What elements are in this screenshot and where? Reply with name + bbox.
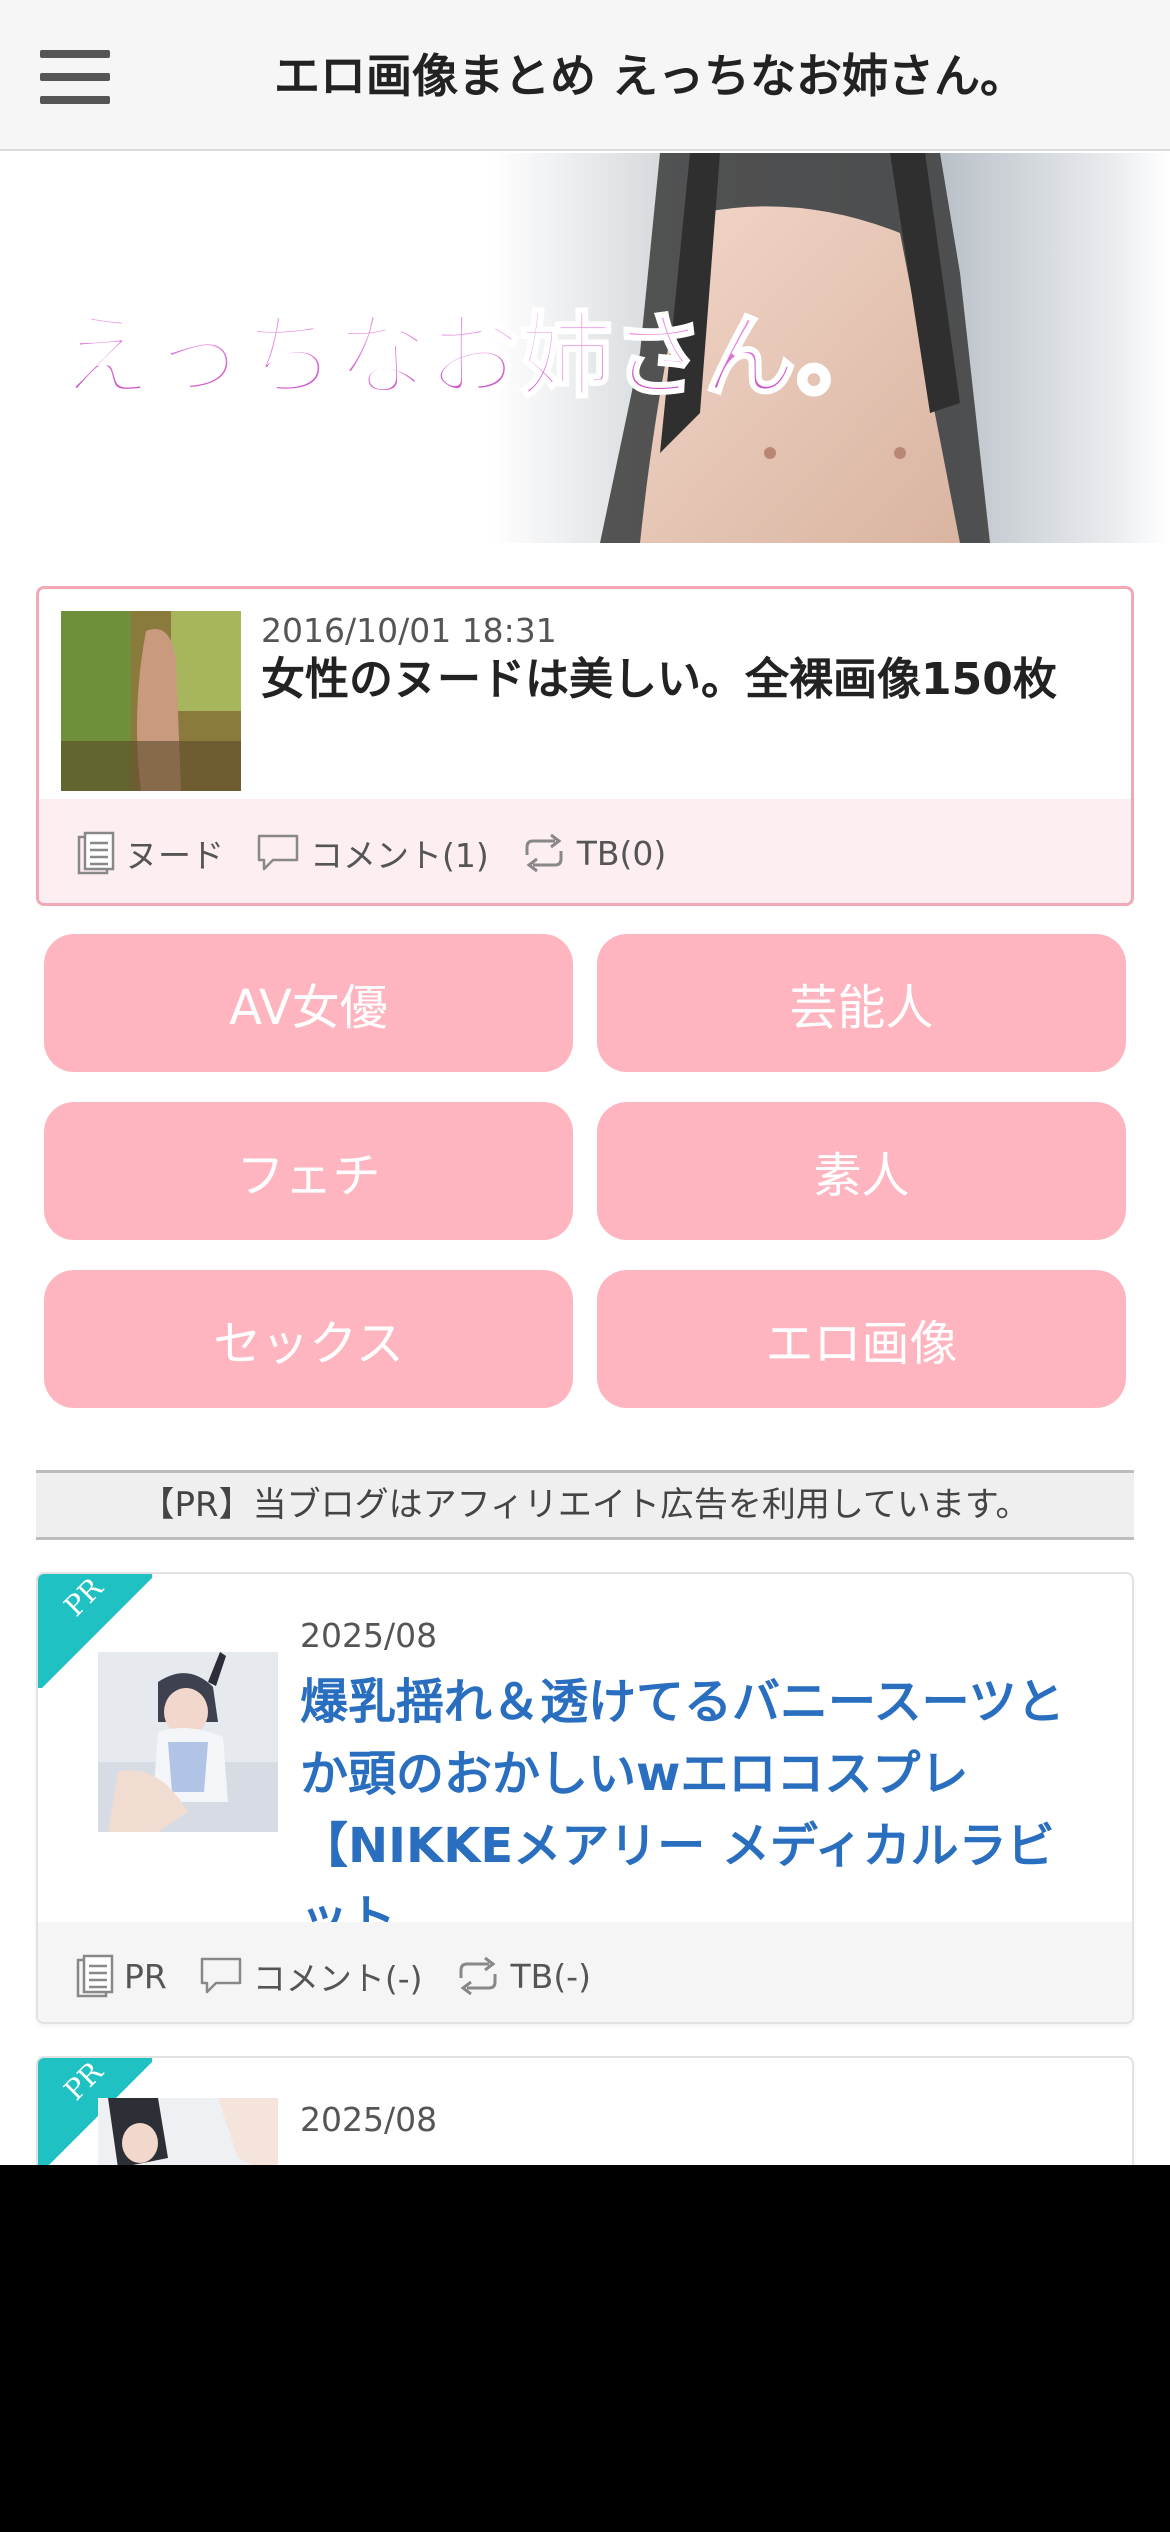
document-icon <box>77 831 115 875</box>
pr-article-card[interactable]: PR 2025/08 爆乳揺れ＆透けてるバニースーツとか頭のおかしいwエロコスプ… <box>36 1572 1134 2024</box>
pr-article-comments-label: コメント(-) <box>252 1959 423 1998</box>
hamburger-menu-icon[interactable] <box>40 50 110 106</box>
post-category-label: ヌード <box>125 836 224 875</box>
post-category-link[interactable]: ヌード <box>77 829 224 877</box>
pr-article-trackback-link[interactable]: TB(-) <box>455 1956 591 1996</box>
featured-post-card[interactable]: 2016/10/01 18:31 女性のヌードは美しい。全裸画像150枚 ヌード <box>36 586 1134 906</box>
featured-post-meta: ヌード コメント(1) TB(0) <box>39 799 1131 903</box>
repeat-arrows-icon <box>459 1956 497 1996</box>
post-trackback-label: TB(0) <box>576 833 667 873</box>
pr-article-trackback-label: TB(-) <box>510 1956 591 1996</box>
pr-article-meta: PR コメント(-) TB(-) <box>38 1922 1132 2022</box>
repeat-arrows-icon <box>525 833 563 873</box>
header-bar: エロ画像まとめ えっちなお姉さん。 <box>0 0 1170 151</box>
pr-article-title[interactable]: 爆乳揺れ＆透けてるバニースーツとか頭のおかしいwエロコスプレ【NIKKEメアリー… <box>300 1666 1086 1954</box>
pr-article-date: 2025/08 <box>300 2100 438 2139</box>
comment-bubble-icon <box>200 1957 242 1994</box>
featured-post-date: 2016/10/01 18:31 <box>261 611 557 650</box>
post-comments-link[interactable]: コメント(1) <box>256 829 489 877</box>
post-trackback-link[interactable]: TB(0) <box>521 833 667 873</box>
pr-article-category-link[interactable]: PR <box>76 1954 167 1998</box>
post-comments-label: コメント(1) <box>310 836 489 875</box>
pr-article-date: 2025/08 <box>300 1616 438 1655</box>
category-button-sex[interactable]: セックス <box>44 1270 573 1408</box>
category-button-celebrity[interactable]: 芸能人 <box>597 934 1126 1072</box>
affiliate-notice: 【PR】当ブログはアフィリエイト広告を利用しています。 <box>36 1470 1134 1540</box>
pr-article-card[interactable]: PR 2025/08 <box>36 2056 1134 2165</box>
site-banner[interactable]: えっちなお姉さん。 <box>0 153 1170 543</box>
pr-article-thumbnail[interactable] <box>98 2098 278 2165</box>
comment-bubble-icon <box>257 834 299 871</box>
category-button-amateur[interactable]: 素人 <box>597 1102 1126 1240</box>
category-button-fetish[interactable]: フェチ <box>44 1102 573 1240</box>
banner-logo: えっちなお姉さん。 <box>60 303 888 410</box>
category-button-ero-images[interactable]: エロ画像 <box>597 1270 1126 1408</box>
pr-article-comments-link[interactable]: コメント(-) <box>199 1952 423 2000</box>
featured-post-title[interactable]: 女性のヌードは美しい。全裸画像150枚 <box>261 651 1111 708</box>
pr-article-thumbnail[interactable] <box>98 1652 278 1832</box>
page: エロ画像まとめ えっちなお姉さん。 えっちなお姉さん。 2016/10/01 1… <box>0 0 1170 2165</box>
site-title[interactable]: エロ画像まとめ えっちなお姉さん。 <box>150 40 1150 106</box>
document-icon <box>76 1954 114 1998</box>
category-button-av[interactable]: AV女優 <box>44 934 573 1072</box>
pr-article-category-label: PR <box>124 1956 167 1996</box>
featured-post-thumbnail[interactable] <box>61 611 241 791</box>
